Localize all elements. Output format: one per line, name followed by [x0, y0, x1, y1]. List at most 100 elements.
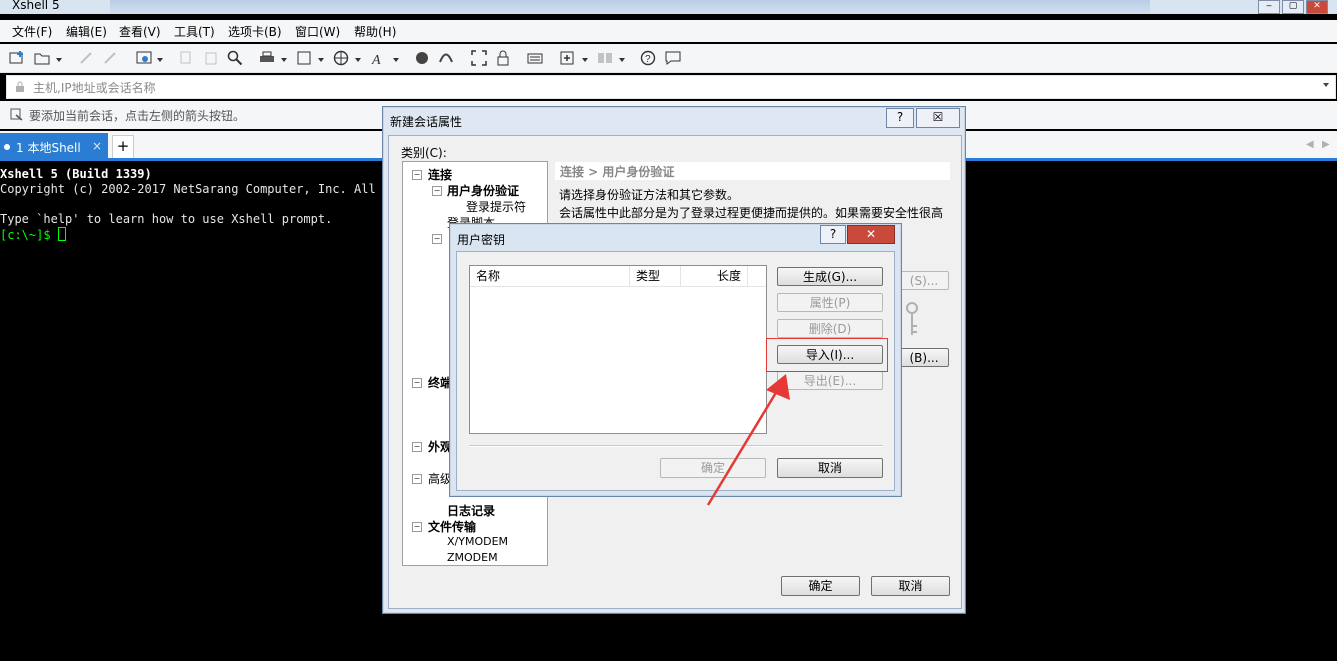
prompt-text: [c:\~]$ — [0, 228, 58, 242]
collapse-icon[interactable]: − — [432, 186, 442, 196]
collapse-icon[interactable]: − — [412, 170, 422, 180]
font-icon[interactable]: A — [371, 50, 387, 66]
chevron-down-icon — [619, 58, 625, 62]
collapse-icon[interactable]: − — [412, 474, 422, 484]
dialog-title: 新建会话属性 — [390, 115, 463, 129]
tree-item-file-transfer[interactable]: 文件传输 — [428, 518, 476, 535]
list-header: 名称 类型 长度 — [470, 266, 766, 287]
chevron-down-icon[interactable] — [281, 58, 287, 62]
tab-close-icon[interactable]: × — [92, 139, 102, 153]
help-icon[interactable]: ? — [640, 50, 656, 66]
menu-edit[interactable]: 编辑(E) — [66, 23, 107, 40]
description-text: 请选择身份验证方法和其它参数。 — [559, 188, 740, 202]
transfer-icon[interactable] — [296, 50, 312, 66]
terminal-cursor — [57, 227, 66, 241]
svg-text:?: ? — [645, 54, 651, 65]
menu-window[interactable]: 窗口(W) — [295, 23, 340, 40]
cancel-button[interactable]: 取消 — [871, 576, 950, 596]
add-session-arrow-icon[interactable] — [10, 108, 24, 122]
app-title: Xshell 5 — [12, 0, 60, 12]
add-icon[interactable] — [560, 50, 576, 66]
collapse-icon[interactable]: − — [432, 234, 442, 244]
section-header: 连接 > 用户身份验证 — [555, 162, 950, 180]
setup-button[interactable]: (S)... — [899, 271, 949, 290]
maximize-button[interactable]: ▢ — [1282, 0, 1304, 14]
menu-file[interactable]: 文件(F) — [12, 23, 52, 40]
open-folder-icon[interactable] — [34, 50, 50, 66]
tree-item-user-auth[interactable]: 用户身份验证 — [447, 182, 519, 199]
collapse-icon[interactable]: − — [412, 378, 422, 388]
menu-bar: 文件(F) 编辑(E) 查看(V) 工具(T) 选项卡(B) 窗口(W) 帮助(… — [0, 20, 1337, 42]
terminal-line: Copyright (c) 2002-2017 NetSarang Comput… — [0, 182, 398, 196]
menu-view[interactable]: 查看(V) — [119, 23, 161, 40]
globe-icon[interactable] — [333, 50, 349, 66]
chevron-down-icon[interactable] — [157, 58, 163, 62]
collapse-icon[interactable]: − — [412, 522, 422, 532]
breadcrumb: 连接 > 用户身份验证 — [560, 165, 675, 179]
unlink-icon — [104, 52, 116, 64]
menu-tabs[interactable]: 选项卡(B) — [228, 23, 282, 40]
scroll-right-icon[interactable]: ▶ — [1322, 139, 1330, 150]
column-name[interactable]: 名称 — [470, 266, 630, 286]
svg-text:A: A — [371, 53, 381, 66]
chevron-down-icon[interactable] — [393, 58, 399, 62]
tree-item-log[interactable]: 日志记录 — [447, 502, 495, 519]
menu-help[interactable]: 帮助(H) — [354, 23, 396, 40]
tree-item-zmodem[interactable]: ZMODEM — [447, 551, 498, 564]
xftp-icon[interactable] — [414, 50, 430, 66]
lock-icon — [16, 81, 24, 92]
tree-item-login-prompt[interactable]: 登录提示符 — [466, 198, 526, 215]
column-length[interactable]: 长度 — [681, 266, 748, 286]
chevron-down-icon[interactable] — [355, 58, 361, 62]
hint-text: 要添加当前会话，点击左侧的箭头按钮。 — [29, 109, 246, 123]
browser-tabs-strip — [110, 0, 1150, 14]
tab-status-dot — [4, 144, 10, 150]
dialog-title: 用户密钥 — [457, 233, 506, 247]
collapse-icon[interactable]: − — [412, 442, 422, 452]
tab-local-shell[interactable]: 1 本地Shell × — [0, 133, 108, 159]
properties-button[interactable]: 属性(P) — [777, 293, 883, 312]
browse-button[interactable]: (B)... — [899, 348, 949, 367]
generate-button[interactable]: 生成(G)... — [777, 267, 883, 286]
keyboard-icon[interactable] — [527, 50, 543, 66]
annotation-arrow-icon — [706, 374, 790, 506]
print-icon[interactable] — [259, 50, 275, 66]
chevron-down-icon[interactable] — [582, 58, 588, 62]
find-icon[interactable] — [227, 50, 243, 66]
tree-item-connection[interactable]: 连接 — [428, 166, 452, 183]
title-bar: Xshell 5 ‒ ▢ ✕ — [0, 0, 1337, 14]
tree-item-xymodem[interactable]: X/YMODEM — [447, 535, 508, 548]
chevron-down-icon[interactable] — [56, 58, 62, 62]
layout-icon — [598, 53, 612, 63]
lock-icon[interactable] — [495, 50, 511, 66]
column-type[interactable]: 类型 — [630, 266, 681, 286]
link-icon — [80, 52, 92, 64]
delete-button[interactable]: 删除(D) — [777, 319, 883, 338]
description-text: 会话属性中此部分是为了登录过程更便捷而提供的。如果需要安全性很高 — [559, 206, 944, 220]
address-placeholder: 主机,IP地址或会话名称 — [33, 81, 156, 95]
chevron-down-icon[interactable] — [1323, 83, 1329, 87]
close-window-button[interactable]: ✕ — [1306, 0, 1328, 14]
terminal-prompt[interactable]: [c:\~]$ — [0, 227, 66, 243]
fullscreen-icon[interactable] — [471, 50, 487, 66]
ok-button[interactable]: 确定 — [781, 576, 860, 596]
toolbar: A ? — [0, 44, 1337, 73]
address-bar[interactable]: 主机,IP地址或会话名称 — [6, 75, 1336, 99]
divider — [469, 445, 883, 447]
help-button[interactable]: ? — [886, 108, 914, 128]
menu-tools[interactable]: 工具(T) — [174, 23, 215, 40]
scroll-left-icon[interactable]: ◀ — [1306, 139, 1314, 150]
new-session-icon[interactable] — [9, 50, 25, 66]
close-button[interactable]: ☒ — [916, 108, 960, 128]
chat-icon[interactable] — [665, 50, 681, 66]
close-button[interactable]: ✕ — [847, 225, 895, 244]
help-button[interactable]: ? — [820, 225, 846, 244]
chevron-down-icon[interactable] — [318, 58, 324, 62]
key-icon — [906, 302, 918, 335]
paste-icon — [205, 52, 217, 65]
new-tab-button[interactable]: + — [112, 135, 134, 159]
tab-label: 1 本地Shell — [16, 141, 81, 155]
xmanager-icon[interactable] — [438, 50, 454, 66]
minimize-button[interactable]: ‒ — [1258, 0, 1280, 14]
properties-icon[interactable] — [136, 50, 152, 66]
